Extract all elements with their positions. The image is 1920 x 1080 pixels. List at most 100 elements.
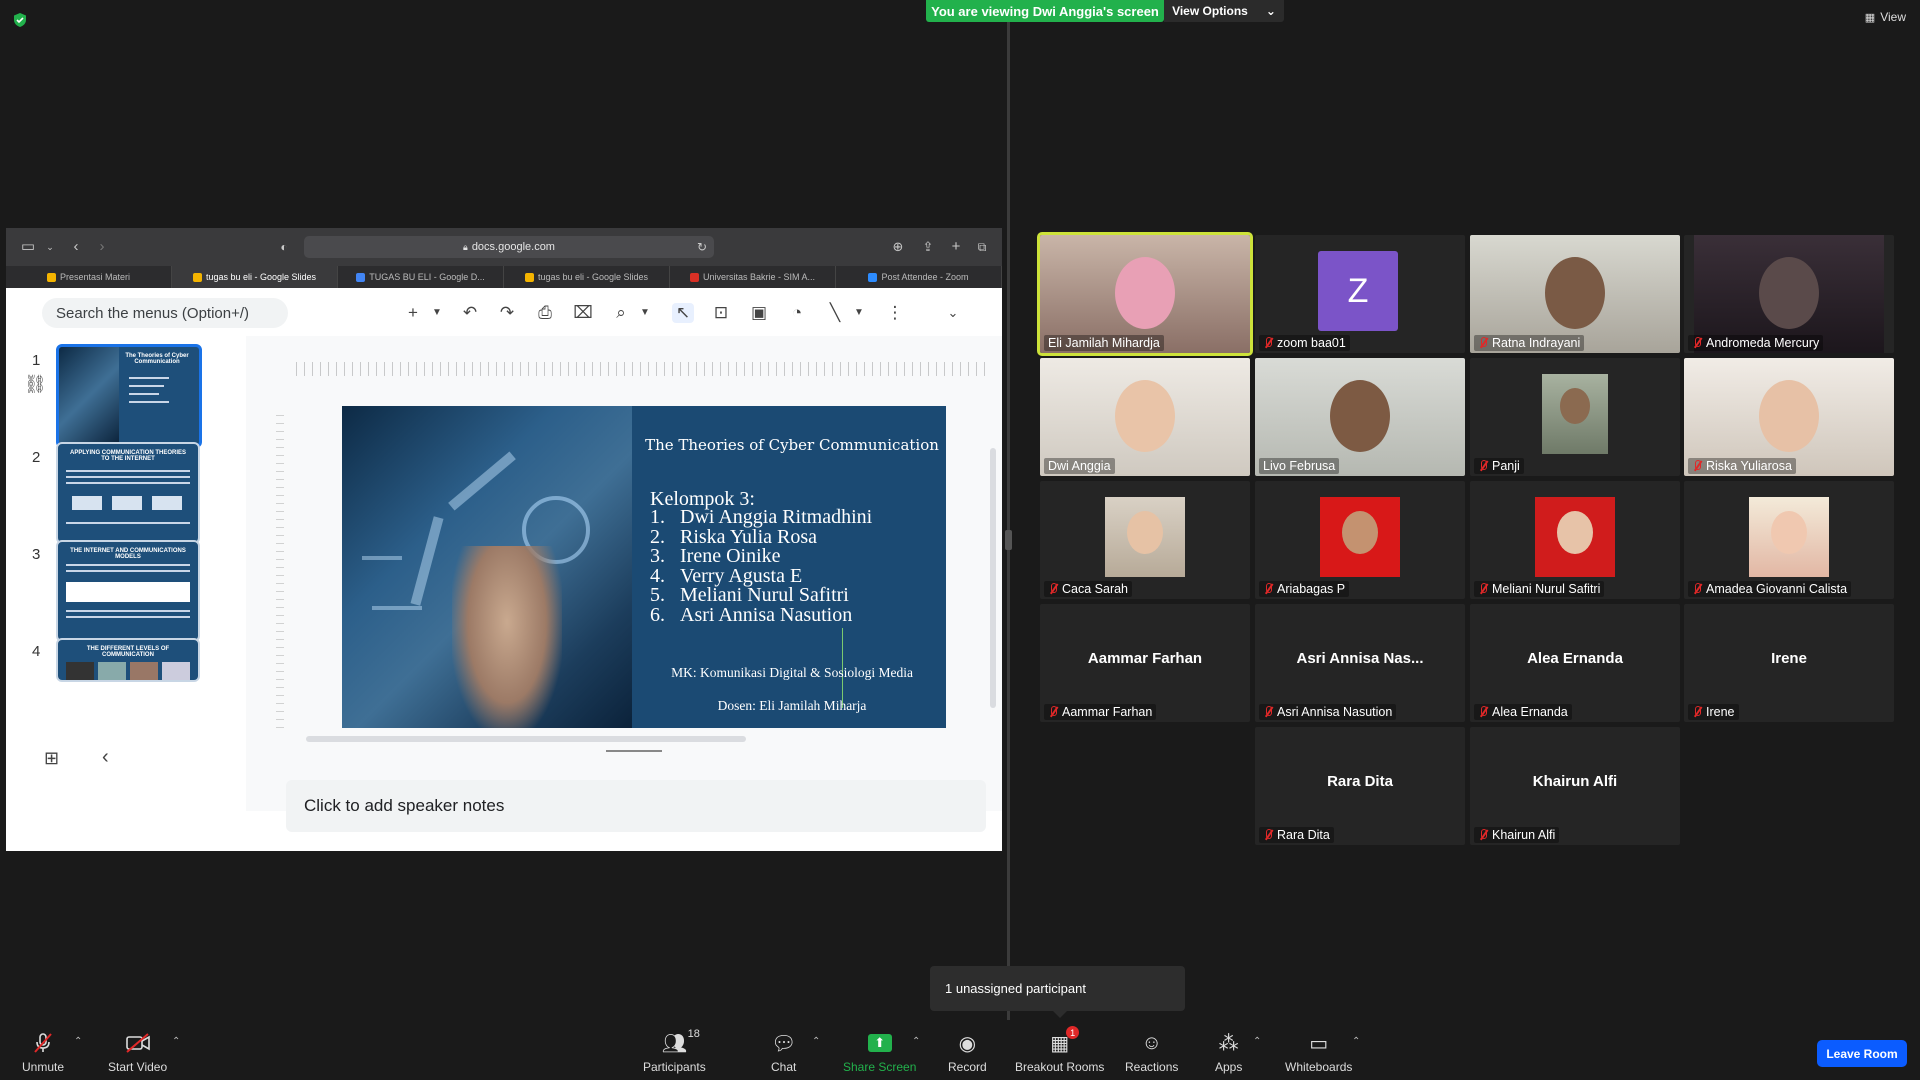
- shape-icon[interactable]: ◔: [786, 303, 808, 323]
- chat-button[interactable]: 💬︎ Chat: [771, 1030, 796, 1075]
- chevron-down-icon[interactable]: ⌄: [42, 239, 58, 255]
- view-options-label: View Options: [1172, 4, 1248, 18]
- add-icon[interactable]: +: [402, 303, 424, 323]
- new-tab-icon[interactable]: +: [948, 239, 964, 255]
- participant-tile[interactable]: Irene Irene: [1684, 604, 1894, 722]
- participant-name: Aammar Farhan: [1062, 705, 1153, 719]
- view-options-button[interactable]: View Options ⌄: [1164, 0, 1284, 22]
- security-shield-icon[interactable]: [12, 12, 28, 28]
- mic-muted-icon: [1263, 337, 1273, 349]
- collapse-toolbar-icon[interactable]: ⌄: [942, 303, 964, 323]
- view-button[interactable]: ▦ View: [1865, 10, 1906, 24]
- split-divider[interactable]: [1007, 22, 1010, 1027]
- zoom-icon[interactable]: ⌕: [610, 303, 632, 323]
- redo-icon[interactable]: ↷: [496, 303, 518, 323]
- apps-options-caret-icon[interactable]: ⌃: [1253, 1036, 1261, 1047]
- shared-screen[interactable]: ▭ ⌄ ‹ › ◐ 🔒︎ docs.google.com ↻ ⊕ ⇪ + ⧉ P…: [6, 228, 1002, 851]
- participant-face: [1560, 388, 1590, 424]
- participant-tile[interactable]: Riska Yuliarosa: [1684, 358, 1894, 476]
- participant-tile[interactable]: Eli Jamilah Mihardja: [1037, 232, 1253, 356]
- participant-tile[interactable]: Amadea Giovanni Calista: [1684, 481, 1894, 599]
- menu-search-input[interactable]: Search the menus (Option+/): [42, 298, 288, 328]
- participant-name-label: Andromeda Mercury: [1688, 335, 1824, 351]
- participant-video: [1749, 497, 1829, 577]
- reactions-button[interactable]: ☺ Reactions: [1125, 1030, 1178, 1075]
- slide-filmstrip[interactable]: 1 2 3 4 ⛓ The Theories of Cyber Communic…: [6, 336, 254, 811]
- mic-muted-icon: [1478, 460, 1488, 472]
- start-video-button[interactable]: Start Video: [108, 1030, 167, 1074]
- participant-tile[interactable]: Ratna Indrayani: [1470, 235, 1680, 353]
- participant-tile[interactable]: Panji: [1470, 358, 1680, 476]
- speaker-notes-field[interactable]: Click to add speaker notes: [286, 780, 986, 832]
- image-icon[interactable]: ▣: [748, 303, 770, 323]
- slide-thumbnail-2[interactable]: APPLYING COMMUNICATION THEORIES TO THE I…: [56, 442, 200, 544]
- whiteboards-button[interactable]: ▭ Whiteboards: [1285, 1030, 1352, 1075]
- browser-tab-label: Presentasi Materi: [59, 272, 131, 282]
- participant-tile[interactable]: Zzoom baa01: [1255, 235, 1465, 353]
- whiteboard-options-caret-icon[interactable]: ⌃: [1352, 1036, 1360, 1047]
- participant-tile[interactable]: Asri Annisa Nas... Asri Annisa Nasution: [1255, 604, 1465, 722]
- browser-tab[interactable]: Post Attendee - Zoom: [836, 266, 1002, 288]
- participant-display-name: Irene: [1771, 650, 1807, 667]
- participant-tile[interactable]: Khairun Alfi Khairun Alfi: [1470, 727, 1680, 845]
- browser-tab[interactable]: TUGAS BU ELI - Google D...: [338, 266, 504, 288]
- slide-thumbnail-3[interactable]: THE INTERNET AND COMMUNICATIONS MODELS: [56, 540, 200, 642]
- forward-icon[interactable]: ›: [94, 239, 110, 255]
- share-icon[interactable]: ⇪: [920, 239, 936, 255]
- breakout-rooms-button[interactable]: ▦ 1 Breakout Rooms: [1015, 1026, 1104, 1074]
- privacy-shield-icon[interactable]: ◐: [276, 239, 292, 255]
- participant-tile[interactable]: Rara Dita Rara Dita: [1255, 727, 1465, 845]
- split-divider-handle[interactable]: [1005, 530, 1012, 550]
- slide-thumbnail-4[interactable]: THE DIFFERENT LEVELS OF COMMUNICATION: [56, 638, 200, 682]
- participant-tile[interactable]: Livo Februsa: [1255, 358, 1465, 476]
- chevron-down-icon[interactable]: ▼: [426, 303, 448, 323]
- more-options-icon[interactable]: ⋮: [884, 303, 906, 323]
- participant-tile[interactable]: Aammar Farhan Aammar Farhan: [1040, 604, 1250, 722]
- mic-off-icon: [31, 1030, 55, 1056]
- chevron-down-icon[interactable]: ▼: [634, 303, 656, 323]
- share-options-caret-icon[interactable]: ⌃: [912, 1036, 920, 1047]
- video-options-caret-icon[interactable]: ⌃: [172, 1036, 180, 1047]
- collapse-filmstrip-icon[interactable]: ‹: [102, 746, 109, 769]
- apps-button[interactable]: ⁂ Apps: [1215, 1030, 1242, 1075]
- text-box-icon[interactable]: ⊡: [710, 303, 732, 323]
- browser-tab[interactable]: tugas bu eli - Google Slides: [504, 266, 670, 288]
- undo-icon[interactable]: ↶: [459, 303, 481, 323]
- chevron-down-icon[interactable]: ▼: [848, 303, 870, 323]
- participant-tile[interactable]: Andromeda Mercury: [1684, 235, 1894, 353]
- tab-overview-icon[interactable]: ⧉: [974, 239, 990, 255]
- canvas-vertical-scrollbar[interactable]: [990, 448, 996, 708]
- participant-tile[interactable]: Alea Ernanda Alea Ernanda: [1470, 604, 1680, 722]
- canvas-horizontal-scrollbar[interactable]: [306, 736, 746, 742]
- participant-tile[interactable]: Meliani Nurul Safitri: [1470, 481, 1680, 599]
- slide-thumbnail-1[interactable]: The Theories of Cyber Communication: [56, 344, 202, 448]
- audio-options-caret-icon[interactable]: ⌃: [74, 1036, 82, 1047]
- sidebar-toggle-icon[interactable]: ▭: [20, 239, 36, 255]
- participants-button[interactable]: 👥︎ 18 Participants: [643, 1028, 706, 1074]
- browser-tab[interactable]: Universitas Bakrie - SIM A...: [670, 266, 836, 288]
- grid-view-icon[interactable]: ⊞: [44, 748, 59, 769]
- unmute-button[interactable]: Unmute: [22, 1030, 64, 1074]
- link-icon[interactable]: ⛓: [24, 374, 47, 395]
- chat-options-caret-icon[interactable]: ⌃: [812, 1036, 820, 1047]
- participant-name: Eli Jamilah Mihardja: [1048, 336, 1160, 350]
- browser-tab[interactable]: Presentasi Materi: [6, 266, 172, 288]
- reload-icon[interactable]: ↻: [694, 239, 710, 255]
- notes-resize-handle[interactable]: [606, 750, 662, 752]
- participant-name: Panji: [1492, 459, 1520, 473]
- download-icon[interactable]: ⊕: [890, 239, 906, 255]
- browser-tab[interactable]: tugas bu eli - Google Slides: [172, 266, 338, 288]
- record-button[interactable]: ◉ Record: [948, 1030, 987, 1075]
- participant-tile[interactable]: Dwi Anggia: [1040, 358, 1250, 476]
- participant-tile[interactable]: Ariabagas P: [1255, 481, 1465, 599]
- address-bar[interactable]: 🔒︎ docs.google.com: [304, 236, 714, 258]
- share-screen-button[interactable]: ⬆ Share Screen: [843, 1030, 916, 1074]
- leave-room-button[interactable]: Leave Room: [1817, 1040, 1907, 1067]
- current-slide[interactable]: The Theories of Cyber Communication Kelo…: [342, 406, 946, 728]
- select-cursor-icon[interactable]: ↖: [672, 303, 694, 323]
- back-icon[interactable]: ‹: [68, 239, 84, 255]
- participant-tile[interactable]: Caca Sarah: [1040, 481, 1250, 599]
- paint-format-icon[interactable]: ⌧: [572, 303, 594, 323]
- print-icon[interactable]: ⎙: [534, 303, 556, 323]
- line-icon[interactable]: ╲: [824, 303, 846, 323]
